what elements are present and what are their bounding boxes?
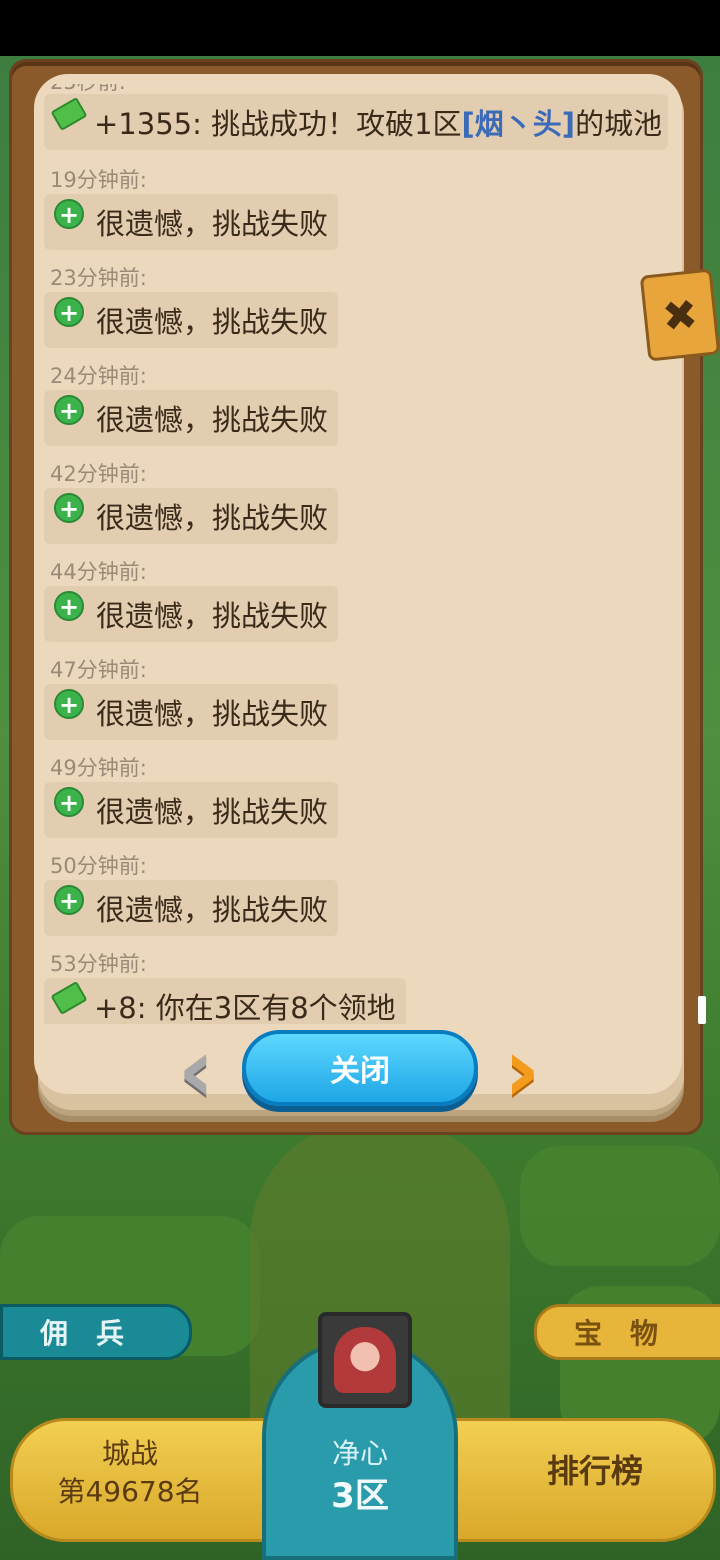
entry-time: 23分钟前:	[50, 266, 147, 290]
citywar-label[interactable]: 城战	[40, 1432, 220, 1472]
entry-text: 很遗憾，挑战失败	[96, 501, 329, 535]
entry-text: 很遗憾，挑战失败	[96, 207, 329, 241]
entry-time: 44分钟前:	[50, 560, 147, 584]
entry-time: 49分钟前:	[50, 756, 147, 780]
server-zone: 3区	[331, 1476, 389, 1516]
close-x-button[interactable]: ✖	[639, 268, 720, 362]
entry-message: + 很遗憾，挑战失败	[44, 488, 339, 544]
chevron-right-icon: ›	[503, 1018, 541, 1123]
entry-time: 53分钟前:	[50, 952, 147, 976]
entry-message: +8: 你在3区有8个领地	[44, 978, 406, 1024]
entry-text: +1355: 挑战成功！攻破1区	[94, 107, 462, 141]
entry-message: + 很遗憾，挑战失败	[44, 684, 339, 740]
character-portrait-icon	[334, 1327, 396, 1393]
log-paper: 25秒前: +1355: 挑战成功！攻破1区[烟丶头]的城池 19分钟前: + 很…	[34, 74, 682, 1094]
status-bar	[0, 0, 720, 56]
leaderboard-button[interactable]: 排行榜	[510, 1446, 680, 1492]
treasure-button[interactable]: 宝物	[534, 1304, 720, 1360]
citywar-rank[interactable]: 第49678名	[30, 1470, 230, 1510]
prev-page-button[interactable]: ‹	[160, 1018, 232, 1123]
entry-time: 42分钟前:	[50, 462, 147, 486]
list-item: 23分钟前: + 很遗憾，挑战失败	[42, 260, 682, 358]
list-item: 49分钟前: + 很遗憾，挑战失败	[42, 750, 682, 848]
entry-message: + 很遗憾，挑战失败	[44, 390, 339, 446]
entry-text: 很遗憾，挑战失败	[96, 599, 329, 633]
entry-message: + 很遗憾，挑战失败	[44, 880, 339, 936]
plus-icon: +	[54, 199, 84, 229]
bush	[520, 1146, 720, 1266]
list-item: 53分钟前: +8: 你在3区有8个领地	[42, 946, 682, 1024]
entry-text: 很遗憾，挑战失败	[96, 893, 329, 927]
plus-icon: +	[54, 395, 84, 425]
close-icon: ✖	[659, 288, 701, 342]
entry-text: 很遗憾，挑战失败	[96, 795, 329, 829]
battle-log-list[interactable]: 25秒前: +1355: 挑战成功！攻破1区[烟丶头]的城池 19分钟前: + 很…	[42, 84, 682, 1024]
player-link[interactable]: [烟丶头]	[462, 101, 576, 143]
entry-time: 50分钟前:	[50, 854, 147, 878]
plus-icon: +	[54, 885, 84, 915]
list-item: 24分钟前: + 很遗憾，挑战失败	[42, 358, 682, 456]
entry-text: +8: 你在3区有8个领地	[94, 991, 396, 1024]
list-item: 47分钟前: + 很遗憾，挑战失败	[42, 652, 682, 750]
money-icon	[50, 96, 88, 132]
entry-message: + 很遗憾，挑战失败	[44, 194, 339, 250]
entry-text-suffix: 的城池	[575, 107, 663, 141]
plus-icon: +	[54, 493, 84, 523]
plus-icon: +	[54, 787, 84, 817]
close-button[interactable]: 关闭	[242, 1030, 478, 1106]
plus-icon: +	[54, 689, 84, 719]
list-item: 44分钟前: + 很遗憾，挑战失败	[42, 554, 682, 652]
list-item: 25秒前: +1355: 挑战成功！攻破1区[烟丶头]的城池	[42, 84, 682, 162]
entry-text: 很遗憾，挑战失败	[96, 697, 329, 731]
list-item: 50分钟前: + 很遗憾，挑战失败	[42, 848, 682, 946]
plus-icon: +	[54, 591, 84, 621]
entry-message: +1355: 挑战成功！攻破1区 [烟丶头] 的城池	[44, 94, 669, 150]
entry-message: + 很遗憾，挑战失败	[44, 292, 339, 348]
entry-message: + 很遗憾，挑战失败	[44, 782, 339, 838]
next-page-button[interactable]: ›	[486, 1018, 558, 1123]
mercenary-button[interactable]: 佣兵	[0, 1304, 192, 1360]
server-name: 净心	[331, 1437, 388, 1470]
list-item: 19分钟前: + 很遗憾，挑战失败	[42, 162, 682, 260]
chevron-left-icon: ‹	[177, 1018, 215, 1123]
entry-time: 47分钟前:	[50, 658, 147, 682]
list-item: 42分钟前: + 很遗憾，挑战失败	[42, 456, 682, 554]
money-icon	[50, 980, 88, 1016]
plus-icon: +	[54, 297, 84, 327]
scrollbar[interactable]	[698, 996, 706, 1024]
entry-text: 很遗憾，挑战失败	[96, 305, 329, 339]
avatar[interactable]	[318, 1312, 412, 1408]
entry-time: 19分钟前:	[50, 168, 147, 192]
entry-time: 24分钟前:	[50, 364, 147, 388]
entry-text: 很遗憾，挑战失败	[96, 403, 329, 437]
entry-message: + 很遗憾，挑战失败	[44, 586, 339, 642]
